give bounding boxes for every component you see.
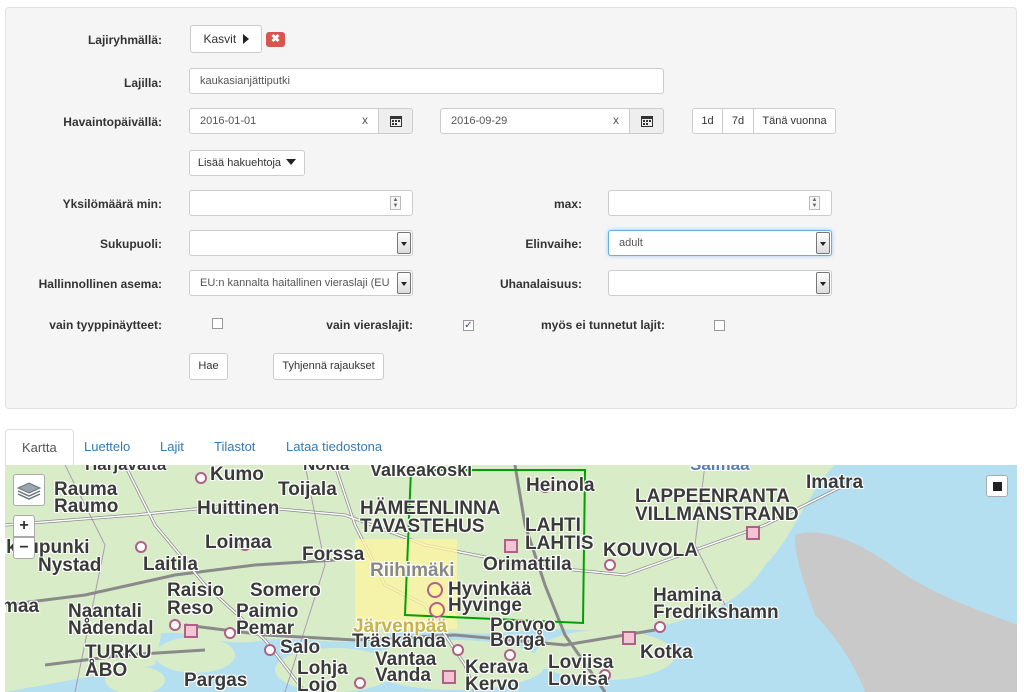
unknown-species-label: myös ei tunnetut lajit:: [540, 318, 665, 332]
date-start-input[interactable]: 2016-01-01: [189, 108, 379, 134]
sex-select-arrow[interactable]: [397, 232, 411, 254]
place-label: TAVASTEHUS: [360, 516, 485, 537]
count-min-stepper[interactable]: ▲ ▼: [390, 196, 401, 210]
place-label: Heinola: [526, 475, 595, 496]
species-label: Lajilla:: [123, 76, 162, 90]
count-min-label: Yksilömäärä min:: [62, 197, 162, 211]
place-label: Lojo: [297, 675, 338, 692]
lifestage-select[interactable]: adult: [608, 230, 832, 256]
species-group-label: Lajiryhmällä:: [87, 33, 162, 47]
place-label: Salmaa: [690, 465, 750, 475]
date-end-input[interactable]: 2016-09-29: [440, 108, 630, 134]
tab-download[interactable]: Lataa tiedostona: [270, 429, 398, 465]
date-start-clear[interactable]: x: [362, 113, 368, 127]
place-label: Hyvinge: [448, 595, 522, 616]
threat-status-label: Uhanalaisuus:: [499, 277, 582, 291]
place-label: Kervo: [465, 674, 519, 692]
tab-map[interactable]: Kartta: [5, 429, 74, 466]
place-label: Salo: [280, 637, 321, 658]
threat-status-select[interactable]: [608, 270, 832, 296]
calendar-icon: [641, 116, 653, 127]
place-label: Forssa: [302, 544, 365, 565]
date-end-calendar-button[interactable]: [629, 108, 664, 134]
place-label: Pemar: [236, 618, 295, 639]
place-label: LAHTIS: [525, 533, 594, 554]
type-specimens-label: vain tyyppinäytteet:: [49, 318, 162, 332]
place-label: Kumo: [210, 465, 264, 485]
lifestage-label: Elinvaihe:: [525, 237, 582, 251]
place-label: Somero: [250, 580, 321, 601]
search-button[interactable]: Hae: [189, 353, 228, 380]
place-label: VILLMANSTRAND: [635, 504, 799, 525]
species-input[interactable]: kaukasianjättiputki: [189, 68, 664, 94]
count-max-input[interactable]: [608, 190, 832, 216]
type-specimens-checkbox[interactable]: [212, 318, 223, 329]
tab-species[interactable]: Lajit: [144, 429, 200, 465]
caret-right-icon: [242, 34, 249, 44]
clear-filters-button[interactable]: Tyhjennä rajaukset: [273, 353, 384, 380]
observation-map[interactable]: Harjavalta Kumo Nokia Valkeakoski Salmaa…: [5, 465, 1017, 692]
place-label: Reso: [167, 598, 214, 619]
place-label: KOUVOLA: [603, 540, 698, 561]
place-label: Toijala: [278, 479, 337, 500]
date-start-calendar-button[interactable]: [378, 108, 413, 134]
place-label: Kotka: [640, 642, 693, 663]
square-icon: [993, 482, 1002, 491]
place-label: maa: [5, 596, 40, 617]
admin-status-select-arrow[interactable]: [397, 272, 411, 294]
place-label: Pargas: [184, 670, 248, 691]
species-group-button[interactable]: Kasvit: [190, 25, 262, 53]
layers-button[interactable]: [13, 474, 45, 506]
place-label: Borgå: [490, 630, 545, 651]
place-label: Lovisa: [548, 669, 609, 690]
more-filters-button[interactable]: Lisää hakuehtoja: [189, 150, 305, 176]
draw-rectangle-button[interactable]: [986, 475, 1008, 497]
place-label: Riihimäki: [370, 560, 455, 581]
count-max-stepper[interactable]: ▲ ▼: [809, 196, 820, 210]
admin-status-label: Hallinnollinen asema:: [38, 277, 162, 291]
date-label: Havaintopäivällä:: [63, 115, 162, 129]
place-label: Vanda: [375, 665, 431, 686]
place-label: Loimaa: [205, 532, 272, 553]
count-min-input[interactable]: [189, 190, 413, 216]
place-label: Huittinen: [197, 498, 280, 519]
place-label: Valkeakoski: [370, 465, 473, 480]
unknown-species-checkbox[interactable]: [714, 320, 725, 331]
result-tabs: Kartta Luettelo Lajit Tilastot Lataa tie…: [5, 429, 1017, 466]
tab-statistics[interactable]: Tilastot: [198, 429, 271, 465]
quick-7d-button[interactable]: 7d: [722, 108, 754, 134]
sex-select[interactable]: [189, 230, 413, 256]
place-label: Laitila: [143, 554, 198, 575]
place-label: Nokia: [303, 465, 349, 475]
place-label: Orimattila: [483, 554, 572, 575]
lifestage-select-arrow[interactable]: [816, 232, 830, 254]
place-label: Harjavalta: [85, 465, 166, 475]
zoom-out-button[interactable]: −: [13, 537, 35, 559]
place-label: ÅBO: [85, 660, 128, 681]
threat-status-select-arrow[interactable]: [816, 272, 830, 294]
count-max-label: max:: [553, 197, 582, 211]
calendar-icon: [390, 116, 402, 127]
tab-list[interactable]: Luettelo: [68, 429, 146, 465]
more-filters-label: Lisää hakuehtoja: [197, 157, 282, 169]
zoom-in-button[interactable]: +: [13, 515, 35, 537]
admin-status-select[interactable]: EU:n kannalta haitallinen vieraslaji (EU: [189, 270, 413, 296]
place-label: Nådendal: [68, 618, 154, 639]
species-group-value: Kasvit: [203, 32, 237, 46]
date-end-clear[interactable]: x: [613, 113, 619, 127]
place-label: Fredrikshamn: [653, 602, 779, 623]
alien-only-checkbox[interactable]: ✓: [463, 320, 474, 331]
sex-label: Sukupuoli:: [100, 237, 162, 251]
quick-this-year-button[interactable]: Tänä vuonna: [753, 108, 836, 134]
quick-1d-button[interactable]: 1d: [692, 108, 723, 134]
place-label: Nystad: [38, 555, 102, 576]
remove-group-icon[interactable]: ✖: [266, 32, 285, 47]
caret-down-icon: [286, 159, 297, 165]
place-label: Imatra: [806, 472, 864, 493]
alien-only-label: vain vieraslajit:: [326, 318, 413, 332]
place-label: Raumo: [54, 496, 119, 517]
layers-icon: [16, 482, 42, 500]
